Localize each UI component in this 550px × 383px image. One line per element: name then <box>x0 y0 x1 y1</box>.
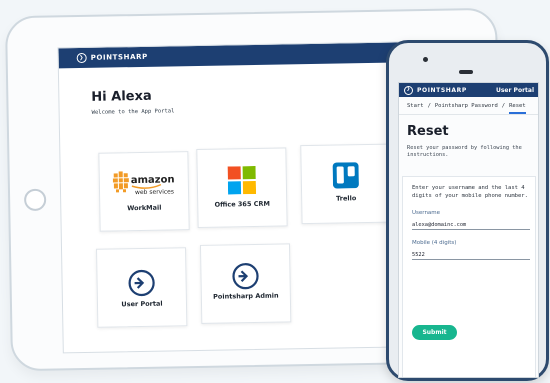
app-tile-workmail[interactable]: amazon web services WorkMail <box>98 151 190 232</box>
pointsharp-logo-icon: ❯ <box>76 52 87 64</box>
tablet-home-button <box>23 188 47 212</box>
svg-text:web services: web services <box>135 188 174 196</box>
app-tile-pointsharp-admin[interactable]: Pointsharp Admin <box>199 243 292 324</box>
tile-label-workmail: WorkMail <box>127 203 162 213</box>
svg-text:amazon: amazon <box>131 174 175 186</box>
greeting-heading: Hi Alexa <box>91 88 152 105</box>
brand-logo[interactable]: ❯ POINTSHARP <box>404 85 467 95</box>
app-tile-trello[interactable]: Trello <box>300 143 392 225</box>
username-label: Username <box>412 209 441 216</box>
phone-speaker <box>459 70 473 74</box>
tile-label-pointsharp-admin: Pointsharp Admin <box>213 291 279 301</box>
brand-name: POINTSHARP <box>417 86 467 94</box>
submit-button[interactable]: Submit <box>412 325 457 340</box>
page-title: Reset <box>407 124 449 139</box>
phone-device: ❯ POINTSHARP User Portal Start / Pointsh… <box>386 40 549 381</box>
phone-header: ❯ POINTSHARP User Portal <box>399 83 538 97</box>
app-tile-office365-crm[interactable]: Office 365 CRM <box>196 147 288 228</box>
pointsharp-icon <box>97 268 185 298</box>
breadcrumb-reset: Reset <box>509 102 526 114</box>
brand-name: POINTSHARP <box>90 52 148 62</box>
breadcrumb-separator: / <box>427 102 431 109</box>
form-instructions: Enter your username and the last 4 digit… <box>412 185 528 199</box>
amazon-web-services-logo-icon: amazon web services <box>100 170 188 198</box>
reset-form-card: Enter your username and the last 4 digit… <box>402 176 536 377</box>
mobile-digits-input[interactable]: 5522 <box>412 249 530 260</box>
breadcrumb: Start / Pointsharp Password / Reset <box>399 97 538 115</box>
tile-label-trello: Trello <box>335 194 357 203</box>
mobile-label: Mobile (4 digits) <box>412 239 457 246</box>
breadcrumb-start[interactable]: Start <box>407 103 424 109</box>
phone-camera <box>423 57 428 62</box>
trello-logo-icon <box>302 162 390 190</box>
username-input[interactable]: alexa@domainc.com <box>412 219 530 230</box>
brand-logo[interactable]: ❯ POINTSHARP <box>76 52 148 64</box>
breadcrumb-separator: / <box>501 102 506 109</box>
user-portal-link[interactable]: User Portal <box>496 87 534 94</box>
tile-label-user-portal: User Portal <box>121 299 163 309</box>
breadcrumb-pointsharp-password[interactable]: Pointsharp Password <box>435 103 498 109</box>
pointsharp-icon <box>201 261 289 291</box>
page-subtitle: Reset your password by following the ins… <box>407 145 522 159</box>
tile-label-office365-crm: Office 365 CRM <box>214 199 271 209</box>
welcome-text: Welcome to the App Portal <box>91 108 175 116</box>
pointsharp-logo-icon: ❯ <box>404 85 413 95</box>
phone-screen: ❯ POINTSHARP User Portal Start / Pointsh… <box>398 82 539 378</box>
app-tile-user-portal[interactable]: User Portal <box>96 247 188 328</box>
microsoft-logo-icon <box>198 165 286 195</box>
